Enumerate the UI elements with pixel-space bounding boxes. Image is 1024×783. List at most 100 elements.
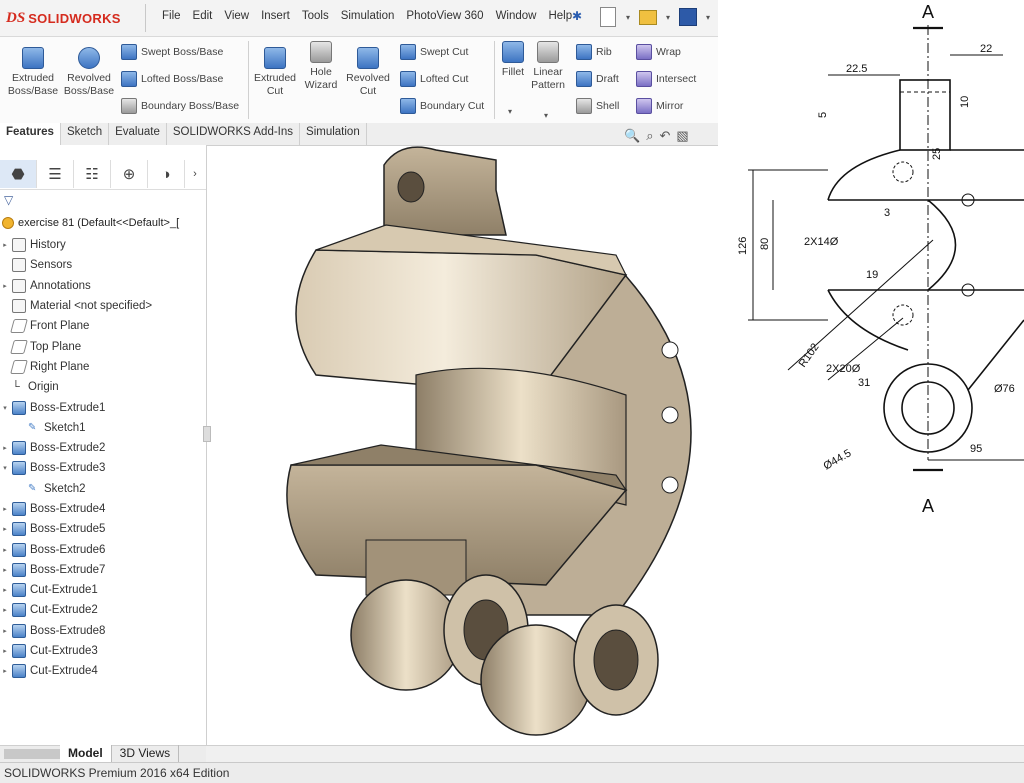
tree-item-material[interactable]: Material <not specified> (0, 296, 206, 316)
dimxpert-tab-icon[interactable]: ⊕ (111, 160, 148, 188)
menu-window[interactable]: Window (496, 10, 537, 22)
shell-button[interactable]: Shell (576, 98, 619, 114)
expand-icon[interactable]: ▸ (0, 667, 10, 675)
boundary-boss-button[interactable]: Boundary Boss/Base (121, 98, 239, 114)
tree-item-boss-extrude3[interactable]: ▾ Boss-Extrude3 (0, 458, 206, 478)
chevron-down-icon[interactable]: ▾ (626, 13, 630, 22)
boundary-cut-button[interactable]: Boundary Cut (400, 98, 484, 114)
expand-icon[interactable]: ▸ (0, 566, 10, 574)
tab-evaluate[interactable]: Evaluate (109, 123, 167, 145)
display-manager-tab-icon[interactable]: ◑ (148, 160, 185, 188)
zoom-to-fit-icon[interactable]: 🔍 (624, 128, 640, 144)
side-hole (661, 341, 679, 359)
extrude-icon (12, 623, 26, 638)
lofted-boss-button[interactable]: Lofted Boss/Base (121, 71, 223, 87)
revolved-cut-button[interactable]: Revolved Cut (344, 47, 392, 98)
menu-photoview[interactable]: PhotoView 360 (406, 10, 483, 22)
pushpin-icon[interactable]: ✱ (572, 9, 582, 23)
expand-icon[interactable]: ▸ (0, 606, 10, 614)
tree-item-history[interactable]: ▸ History (0, 235, 206, 255)
tree-item-cut-extrude3[interactable]: ▸ Cut-Extrude3 (0, 641, 206, 661)
tab-sketch[interactable]: Sketch (61, 123, 110, 145)
menu-simulation[interactable]: Simulation (341, 10, 395, 22)
revolved-boss-button[interactable]: Revolved Boss/Base (62, 47, 116, 98)
save-button[interactable] (676, 3, 700, 31)
tab-3d-views[interactable]: 3D Views (112, 745, 180, 762)
configuration-manager-tab-icon[interactable]: ☷ (74, 160, 111, 188)
intersect-button[interactable]: Intersect (636, 71, 696, 87)
expand-icon[interactable]: ▸ (0, 647, 10, 655)
tree-item-sketch2[interactable]: ✎ Sketch2 (0, 479, 206, 499)
filter-icon[interactable]: ▽ (4, 193, 13, 207)
solidworks-logo[interactable]: DS SOLIDWORKS (6, 4, 136, 32)
swept-boss-button[interactable]: Swept Boss/Base (121, 44, 223, 60)
tree-item-origin[interactable]: └ Origin (0, 377, 206, 397)
expand-icon[interactable]: ▸ (0, 241, 10, 249)
graphics-area[interactable] (206, 145, 718, 745)
zoom-to-area-icon[interactable]: ⌕ (646, 128, 653, 144)
chevron-down-icon[interactable]: ▾ (706, 13, 710, 22)
expand-icon[interactable]: ▸ (0, 586, 10, 594)
tree-item-cut-extrude4[interactable]: ▸ Cut-Extrude4 (0, 661, 206, 681)
tree-item-label: Front Plane (30, 320, 90, 333)
tree-item-boss-extrude2[interactable]: ▸ Boss-Extrude2 (0, 438, 206, 458)
extrude-icon (12, 461, 26, 476)
menu-insert[interactable]: Insert (261, 10, 290, 22)
rib-button[interactable]: Rib (576, 44, 612, 60)
tree-item-annotations[interactable]: ▸ Annotations (0, 276, 206, 296)
chevron-right-icon[interactable]: › (185, 160, 205, 188)
expand-icon[interactable]: ▸ (0, 627, 10, 635)
tab-addins[interactable]: SOLIDWORKS Add-Ins (167, 123, 301, 145)
tree-item-right-plane[interactable]: Right Plane (0, 357, 206, 377)
tree-item-cut-extrude1[interactable]: ▸ Cut-Extrude1 (0, 580, 206, 600)
expand-icon[interactable]: ▸ (0, 282, 10, 290)
swept-cut-button[interactable]: Swept Cut (400, 44, 468, 60)
open-button[interactable] (636, 3, 660, 31)
menu-edit[interactable]: Edit (193, 10, 213, 22)
tab-features[interactable]: Features (0, 123, 61, 146)
tree-item-front-plane[interactable]: Front Plane (0, 316, 206, 336)
new-document-button[interactable] (596, 3, 620, 31)
tree-item-boss-extrude8[interactable]: ▸ Boss-Extrude8 (0, 621, 206, 641)
tree-item-cut-extrude2[interactable]: ▸ Cut-Extrude2 (0, 600, 206, 620)
tree-item-top-plane[interactable]: Top Plane (0, 336, 206, 356)
expand-icon[interactable]: ▾ (0, 464, 10, 472)
fillet-button[interactable]: Fillet (498, 41, 528, 79)
lofted-cut-button[interactable]: Lofted Cut (400, 71, 468, 87)
tree-item-boss-extrude1[interactable]: ▾ Boss-Extrude1 (0, 397, 206, 417)
property-manager-tab-icon[interactable]: ☰ (37, 160, 74, 188)
chevron-down-icon[interactable]: ▾ (508, 107, 512, 116)
tab-simulation[interactable]: Simulation (300, 123, 367, 145)
menu-view[interactable]: View (224, 10, 249, 22)
chevron-down-icon[interactable]: ▾ (666, 13, 670, 22)
section-view-icon[interactable]: ▧ (676, 128, 688, 144)
tree-item-boss-extrude5[interactable]: ▸ Boss-Extrude5 (0, 519, 206, 539)
tree-item-sensors[interactable]: Sensors (0, 255, 206, 275)
extruded-cut-button[interactable]: Extruded Cut (252, 47, 298, 98)
tree-item-boss-extrude7[interactable]: ▸ Boss-Extrude7 (0, 560, 206, 580)
expand-icon[interactable]: ▸ (0, 525, 10, 533)
tree-root[interactable]: exercise 81 (Default<<Default>_[ (2, 217, 179, 229)
previous-view-icon[interactable]: ↶ (659, 128, 670, 144)
scrollbar-thumb[interactable] (4, 749, 60, 759)
expand-icon[interactable]: ▸ (0, 546, 10, 554)
hole-wizard-button[interactable]: Hole Wizard (300, 41, 342, 92)
expand-icon[interactable]: ▸ (0, 444, 10, 452)
tree-item-boss-extrude6[interactable]: ▸ Boss-Extrude6 (0, 539, 206, 559)
chevron-down-icon[interactable]: ▾ (544, 111, 548, 120)
draft-button[interactable]: Draft (576, 71, 619, 87)
menu-help[interactable]: Help (548, 10, 572, 22)
expand-icon[interactable]: ▸ (0, 505, 10, 513)
shell-label: Shell (596, 100, 620, 112)
linear-pattern-button[interactable]: Linear Pattern (528, 41, 568, 92)
expand-icon[interactable]: ▾ (0, 404, 10, 412)
tab-model[interactable]: Model (60, 745, 112, 762)
feature-tree-tab-icon[interactable]: ⬣ (0, 160, 37, 188)
tree-item-sketch1[interactable]: ✎ Sketch1 (0, 418, 206, 438)
wrap-button[interactable]: Wrap (636, 44, 681, 60)
menu-file[interactable]: File (162, 10, 181, 22)
menu-tools[interactable]: Tools (302, 10, 329, 22)
tree-item-boss-extrude4[interactable]: ▸ Boss-Extrude4 (0, 499, 206, 519)
mirror-button[interactable]: Mirror (636, 98, 683, 114)
extruded-boss-button[interactable]: Extruded Boss/Base (6, 47, 60, 98)
